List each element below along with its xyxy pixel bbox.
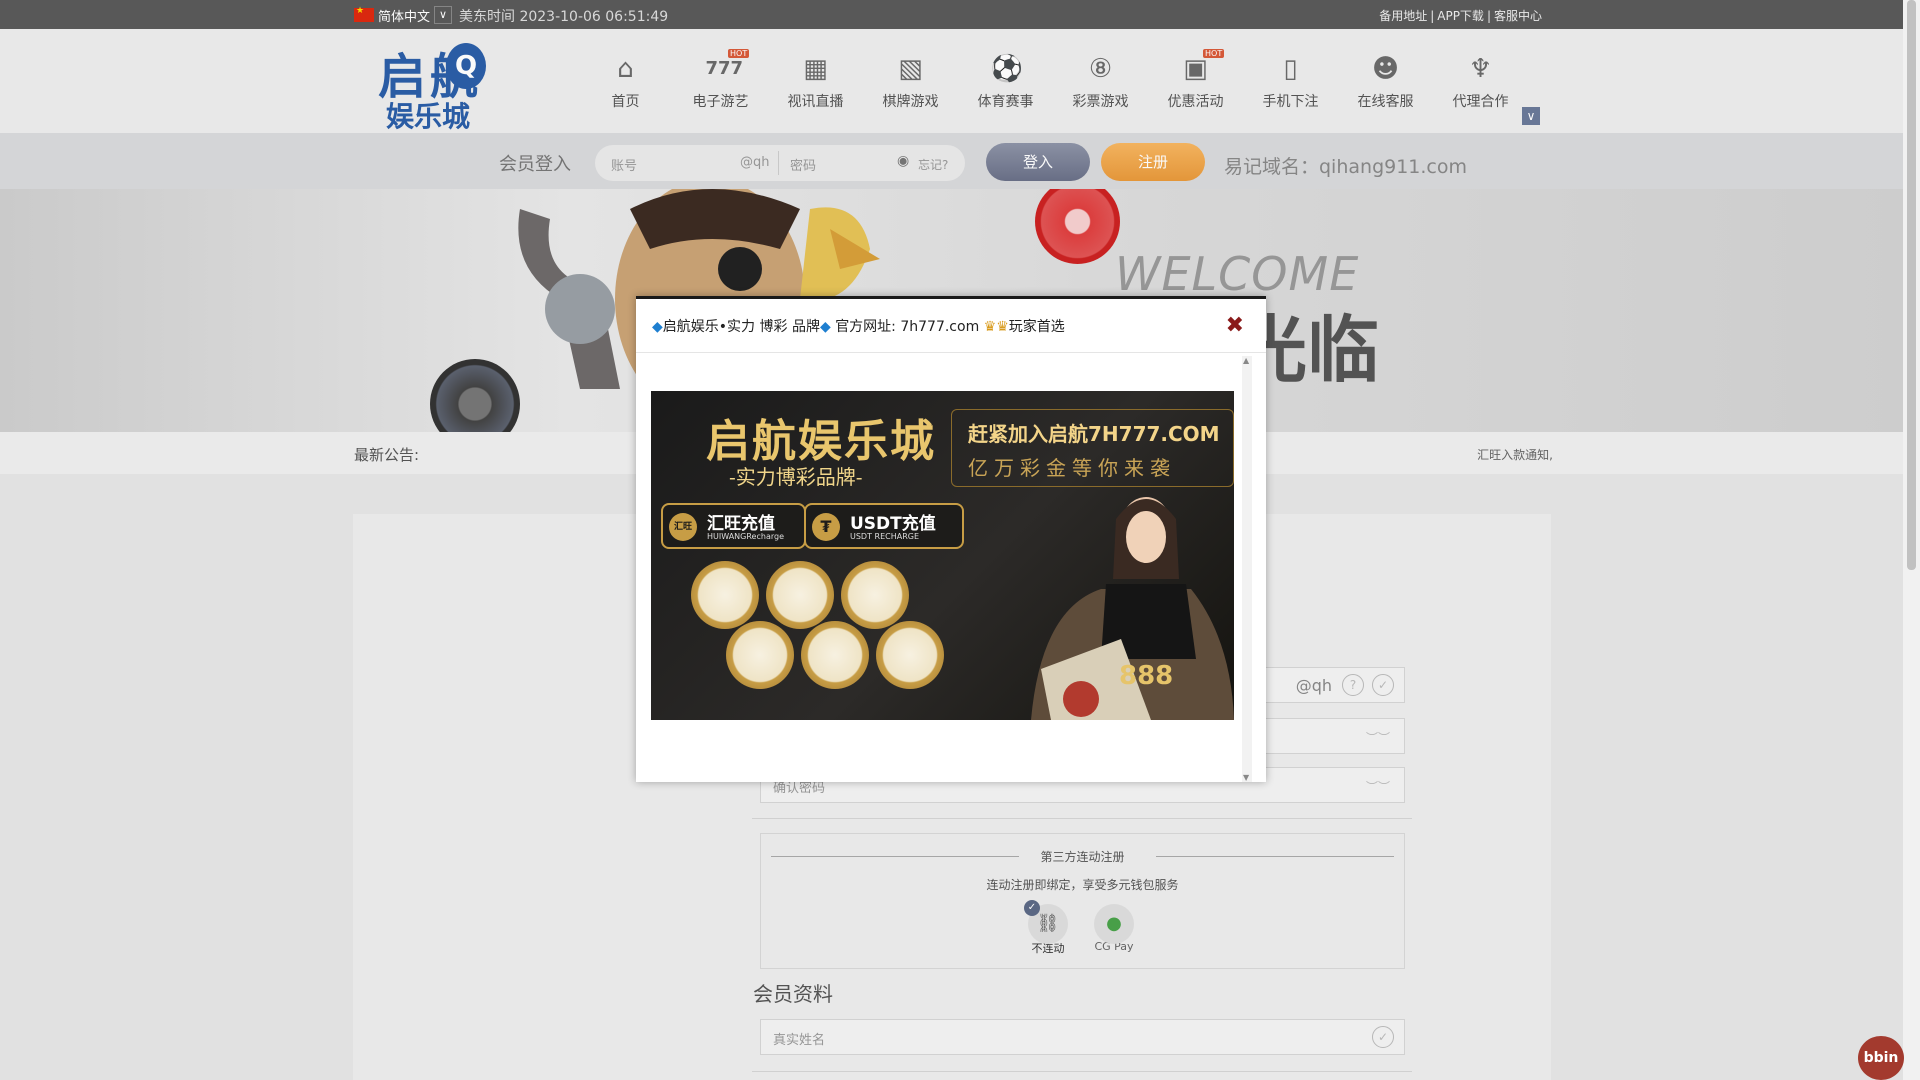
diamond-icon: ◆ [652,319,663,335]
modal-title-brand: 启航娱乐•实力 博彩 品牌 [662,319,820,335]
scroll-up-icon[interactable]: ▲ [1243,356,1249,365]
bonus-coin-image [801,621,869,689]
announcement-modal: ◆启航娱乐•实力 博彩 品牌◆ 官方网址: 7h777.com ♛♛玩家首选 ✖… [636,296,1266,782]
tether-icon: ₮ [812,513,840,541]
pay1-subtitle: HUIWANGRecharge [707,532,784,541]
bonus-coin-image [841,561,909,629]
modal-title-url[interactable]: 7h777.com [900,319,979,335]
pay2-subtitle: USDT RECHARGE [850,532,920,541]
bonus-coin-image [766,561,834,629]
page-scrollbar-thumb[interactable] [1907,0,1916,570]
promo-headline-box: 赶紧加入启航7H777.COM 亿万彩金等你来袭 [951,409,1234,487]
medal-icon: ♛♛ [983,319,1009,335]
pay2-title: USDT充值 [850,514,936,534]
scroll-down-icon[interactable]: ▼ [1243,773,1249,782]
bonus-coin-image [876,621,944,689]
close-icon[interactable]: ✖ [1226,313,1244,338]
modal-title-url-label: 官方网址: [835,319,896,335]
huiwang-icon: 汇旺 [669,513,697,541]
page-scrollbar[interactable] [1903,0,1920,1080]
pay1-title: 汇旺充值 [707,514,775,534]
modal-scrollbar[interactable]: ▲ ▼ [1242,356,1252,782]
bonus-coin-image [691,561,759,629]
modal-header: ◆启航娱乐•实力 博彩 品牌◆ 官方网址: 7h777.com ♛♛玩家首选 ✖ [636,299,1266,353]
huiwang-recharge-badge: 汇旺 汇旺充值 HUIWANGRecharge [661,503,806,549]
promo-brand: 启航娱乐城 [706,416,936,467]
bbin-floating-button[interactable]: bbin [1858,1036,1904,1080]
modal-title-tagline: 玩家首选 [1008,319,1065,335]
promo-headline: 赶紧加入启航7H777.COM [968,422,1220,446]
promo-banner-image[interactable]: 启航娱乐城 -实力博彩品牌- 赶紧加入启航7H777.COM 亿万彩金等你来袭 … [651,391,1234,720]
diamond-icon: ◆ [819,319,831,335]
promo-888: 888 [1119,661,1174,691]
bonus-coin-image [726,621,794,689]
modal-title: ◆启航娱乐•实力 博彩 品牌◆ 官方网址: 7h777.com ♛♛玩家首选 [652,316,1065,336]
promo-subheadline: 亿万彩金等你来袭 [968,456,1176,480]
usdt-recharge-badge: ₮ USDT充值 USDT RECHARGE [804,503,964,549]
promo-slogan: -实力博彩品牌- [729,465,863,489]
